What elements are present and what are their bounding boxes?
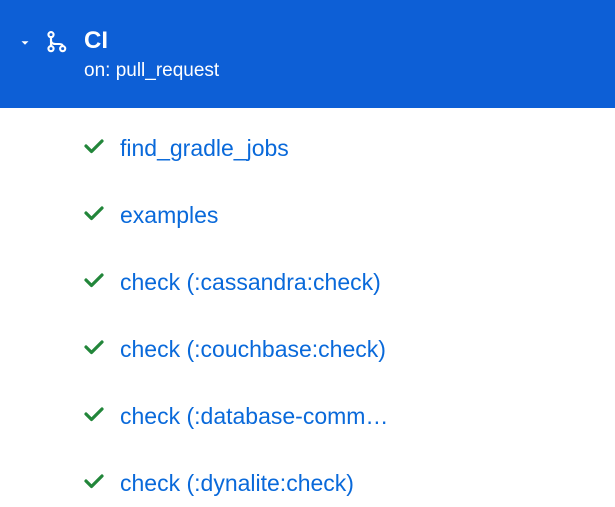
job-item[interactable]: find_gradle_jobs (82, 134, 615, 163)
check-icon (82, 134, 106, 163)
job-name: check (:couchbase:check) (120, 336, 386, 363)
job-name: find_gradle_jobs (120, 135, 289, 162)
job-item[interactable]: examples (82, 201, 615, 230)
job-item[interactable]: check (:cassandra:check) (82, 268, 615, 297)
job-item[interactable]: check (:dynalite:check) (82, 469, 615, 498)
job-name: check (:dynalite:check) (120, 470, 354, 497)
check-icon (82, 268, 106, 297)
workflow-header: CI on: pull_request (0, 0, 615, 108)
header-text: CI on: pull_request (84, 28, 219, 82)
check-icon (82, 201, 106, 230)
check-icon (82, 402, 106, 431)
jobs-list: find_gradle_jobs examples check (:cassan… (0, 108, 615, 498)
workflow-icon (44, 30, 72, 63)
job-name: check (:database-comm… (120, 403, 388, 430)
check-icon (82, 469, 106, 498)
job-item[interactable]: check (:couchbase:check) (82, 335, 615, 364)
workflow-trigger: on: pull_request (84, 60, 219, 82)
job-name: check (:cassandra:check) (120, 269, 381, 296)
job-name: examples (120, 202, 218, 229)
workflow-title: CI (84, 28, 219, 54)
check-icon (82, 335, 106, 364)
job-item[interactable]: check (:database-comm… (82, 402, 615, 431)
caret-down-icon[interactable] (18, 36, 32, 53)
